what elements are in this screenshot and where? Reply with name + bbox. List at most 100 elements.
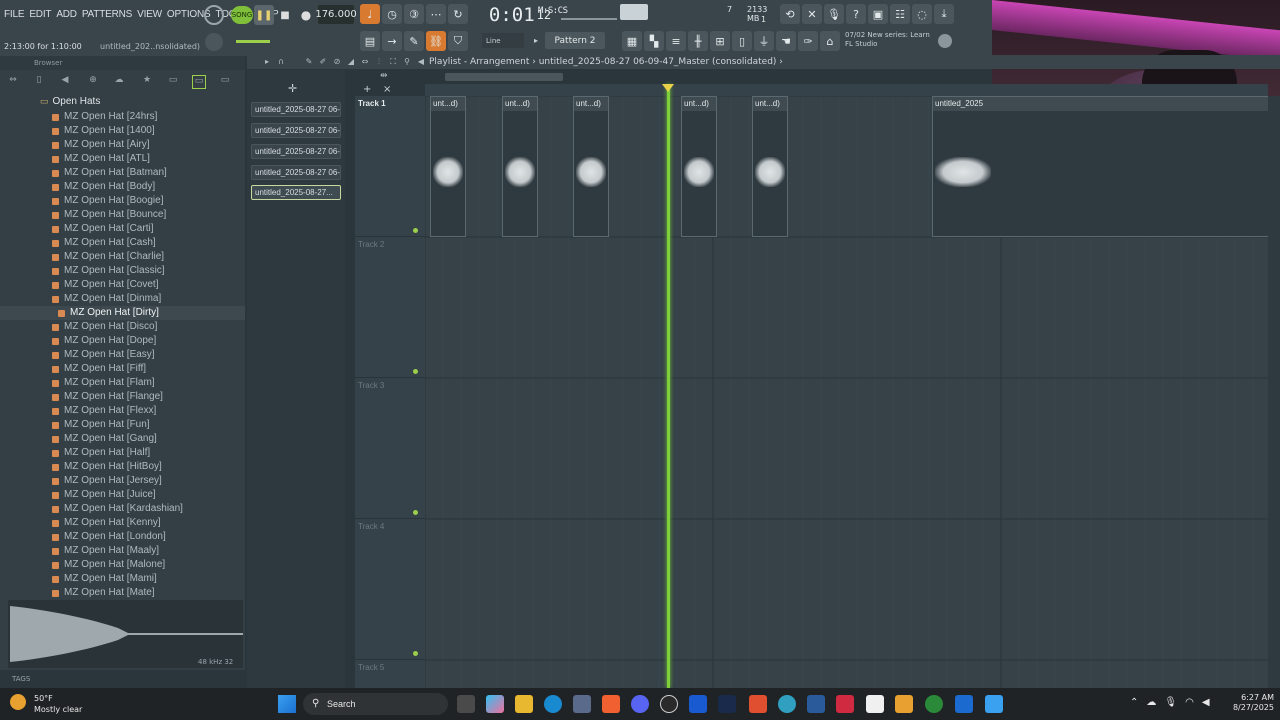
windows-start-icon[interactable] bbox=[278, 695, 296, 713]
browser-item[interactable]: MZ Open Hat [Kenny] bbox=[0, 516, 245, 530]
chatgpt-icon[interactable] bbox=[660, 695, 678, 713]
pattern-selector[interactable]: Pattern 2 bbox=[545, 32, 605, 49]
file-icon[interactable]: ▯ bbox=[32, 75, 46, 89]
browser-item[interactable]: MZ Open Hat [Covet] bbox=[0, 278, 245, 292]
timeline-ruler[interactable] bbox=[425, 84, 1268, 96]
news-panel[interactable]: 07/02 New series: Learn FL Studio bbox=[845, 31, 945, 53]
playhead[interactable] bbox=[667, 84, 670, 688]
chat-button[interactable]: ◌ bbox=[912, 4, 932, 24]
stamp-button[interactable]: ⛉ bbox=[448, 31, 468, 51]
browser-item[interactable]: MZ Open Hat [Maaly] bbox=[0, 544, 245, 558]
vertical-scrollbar[interactable] bbox=[1268, 96, 1280, 688]
play-button[interactable]: ❚❚ bbox=[254, 5, 274, 25]
track-header[interactable]: Track 1 bbox=[355, 96, 425, 237]
app-icon[interactable] bbox=[807, 695, 825, 713]
track-active-led[interactable] bbox=[413, 369, 418, 374]
slip-tool-icon[interactable]: ⇔ bbox=[358, 55, 372, 69]
browser-item[interactable]: MZ Open Hat [Batman] bbox=[0, 166, 245, 180]
menu-patterns[interactable]: PATTERNS bbox=[82, 9, 132, 20]
folder-back-icon[interactable]: ▭ bbox=[218, 75, 232, 89]
menu-view[interactable]: VIEW bbox=[137, 9, 162, 20]
browser-item[interactable]: MZ Open Hat [Body] bbox=[0, 180, 245, 194]
browser-item[interactable]: MZ Open Hat [Carti] bbox=[0, 222, 245, 236]
volume-icon[interactable]: ◀ bbox=[1202, 697, 1210, 708]
record-button[interactable]: ● bbox=[297, 5, 315, 25]
stop-button[interactable]: ■ bbox=[276, 5, 294, 25]
browser-item[interactable]: MZ Open Hat [London] bbox=[0, 530, 245, 544]
menu-file[interactable]: FILE bbox=[4, 9, 25, 20]
add-track-icon[interactable]: + bbox=[363, 84, 371, 95]
pattern-item-selected[interactable]: untitled_2025-08-27... bbox=[251, 185, 341, 200]
plugin-picker-button[interactable]: ✕ bbox=[802, 4, 822, 24]
discord-icon[interactable] bbox=[631, 695, 649, 713]
fl-studio-icon[interactable] bbox=[749, 695, 767, 713]
delete-tool-icon[interactable]: ⊘ bbox=[330, 55, 344, 69]
task-view-icon[interactable] bbox=[457, 695, 475, 713]
browser-item[interactable]: MZ Open Hat [Charlie] bbox=[0, 250, 245, 264]
globe-icon[interactable] bbox=[938, 34, 952, 48]
select-tool-icon[interactable]: ⛶ bbox=[386, 55, 400, 69]
zoom-tool-icon[interactable]: ⚲ bbox=[400, 55, 414, 69]
remove-track-icon[interactable]: × bbox=[383, 84, 391, 95]
brave-icon[interactable] bbox=[602, 695, 620, 713]
steam-icon[interactable] bbox=[718, 695, 736, 713]
magnet-icon[interactable]: ∩ bbox=[274, 55, 288, 69]
word-icon[interactable] bbox=[689, 695, 707, 713]
browser-item[interactable]: MZ Open Hat [Disco] bbox=[0, 320, 245, 334]
mixer-open-button[interactable]: ╫ bbox=[688, 31, 708, 51]
master-volume-slider[interactable] bbox=[561, 6, 617, 20]
weather-widget[interactable]: 50°F Mostly clear bbox=[10, 692, 100, 716]
store-icon[interactable] bbox=[573, 695, 591, 713]
copilot-icon[interactable] bbox=[486, 695, 504, 713]
help-button[interactable]: ? bbox=[846, 4, 866, 24]
browser-item[interactable]: MZ Open Hat [Dope] bbox=[0, 334, 245, 348]
pattern-item[interactable]: untitled_2025-08-27 06-... bbox=[251, 165, 341, 180]
slice-tool-icon[interactable]: ⫶ bbox=[372, 55, 386, 69]
wait-input-button[interactable]: ◷ bbox=[382, 4, 402, 24]
song-mode-toggle[interactable]: SONG bbox=[231, 6, 253, 24]
arrows-icon[interactable]: ⇔ bbox=[6, 75, 20, 89]
browser-item[interactable]: MZ Open Hat [Half] bbox=[0, 446, 245, 460]
outlook-icon[interactable] bbox=[955, 695, 973, 713]
record-audio-button[interactable]: 🎙 bbox=[824, 4, 844, 24]
horizontal-zoom-icon[interactable]: ⇹ bbox=[380, 71, 410, 83]
tags-bar[interactable]: TAGS bbox=[0, 670, 245, 688]
playlist-button[interactable]: ▤ bbox=[360, 31, 380, 51]
track-header[interactable]: Track 3 bbox=[355, 378, 425, 519]
metronome-button[interactable]: ♩ bbox=[360, 4, 380, 24]
pencil-tool-icon[interactable]: ✎ bbox=[302, 55, 316, 69]
arrow-button[interactable]: → bbox=[382, 31, 402, 51]
obs-icon[interactable] bbox=[925, 695, 943, 713]
track-active-led[interactable] bbox=[413, 651, 418, 656]
audio-clip[interactable]: unt...d) bbox=[681, 96, 717, 237]
audio-clip[interactable]: untitled_2025 bbox=[932, 96, 1268, 237]
media-app-icon[interactable] bbox=[836, 695, 854, 713]
browser-item[interactable]: MZ Open Hat [ATL] bbox=[0, 152, 245, 166]
pattern-song-dial[interactable] bbox=[204, 5, 224, 25]
browser-item[interactable]: MZ Open Hat [Flexx] bbox=[0, 404, 245, 418]
script-button[interactable]: ✑ bbox=[798, 31, 818, 51]
audio-clip[interactable]: unt...d) bbox=[752, 96, 788, 237]
plugin-icon[interactable]: ⊕ bbox=[86, 75, 100, 89]
pattern-move-icon[interactable]: ✛ bbox=[288, 82, 297, 95]
pattern-item[interactable]: untitled_2025-08-27 06-... bbox=[251, 123, 341, 138]
track-active-led[interactable] bbox=[413, 228, 418, 233]
browser-item[interactable]: MZ Open Hat [Easy] bbox=[0, 348, 245, 362]
link-button[interactable]: ⛓ bbox=[426, 31, 446, 51]
speaker-icon[interactable]: ◀ bbox=[58, 75, 72, 89]
capcut-icon[interactable] bbox=[866, 695, 884, 713]
onedrive-icon[interactable]: ☁ bbox=[1146, 697, 1156, 708]
browser-item[interactable]: MZ Open Hat [Fun] bbox=[0, 418, 245, 432]
browser-item[interactable]: MZ Open Hat [Jersey] bbox=[0, 474, 245, 488]
audio-clip[interactable]: unt...d) bbox=[573, 96, 609, 237]
play-tool-icon[interactable]: ◀ bbox=[414, 55, 428, 69]
undo-history-button[interactable]: ⟲ bbox=[780, 4, 800, 24]
browser-item[interactable]: MZ Open Hat [Classic] bbox=[0, 264, 245, 278]
menu-add[interactable]: ADD bbox=[56, 9, 77, 20]
folder-icon[interactable]: ▭ bbox=[166, 75, 180, 89]
track-header[interactable]: Track 5 bbox=[355, 660, 425, 689]
calendar-icon[interactable] bbox=[985, 695, 1003, 713]
browser-item[interactable]: MZ Open Hat [Juice] bbox=[0, 488, 245, 502]
channel-rack-button[interactable]: ▦ bbox=[622, 31, 642, 51]
browser-item[interactable]: MZ Open Hat [HitBoy] bbox=[0, 460, 245, 474]
